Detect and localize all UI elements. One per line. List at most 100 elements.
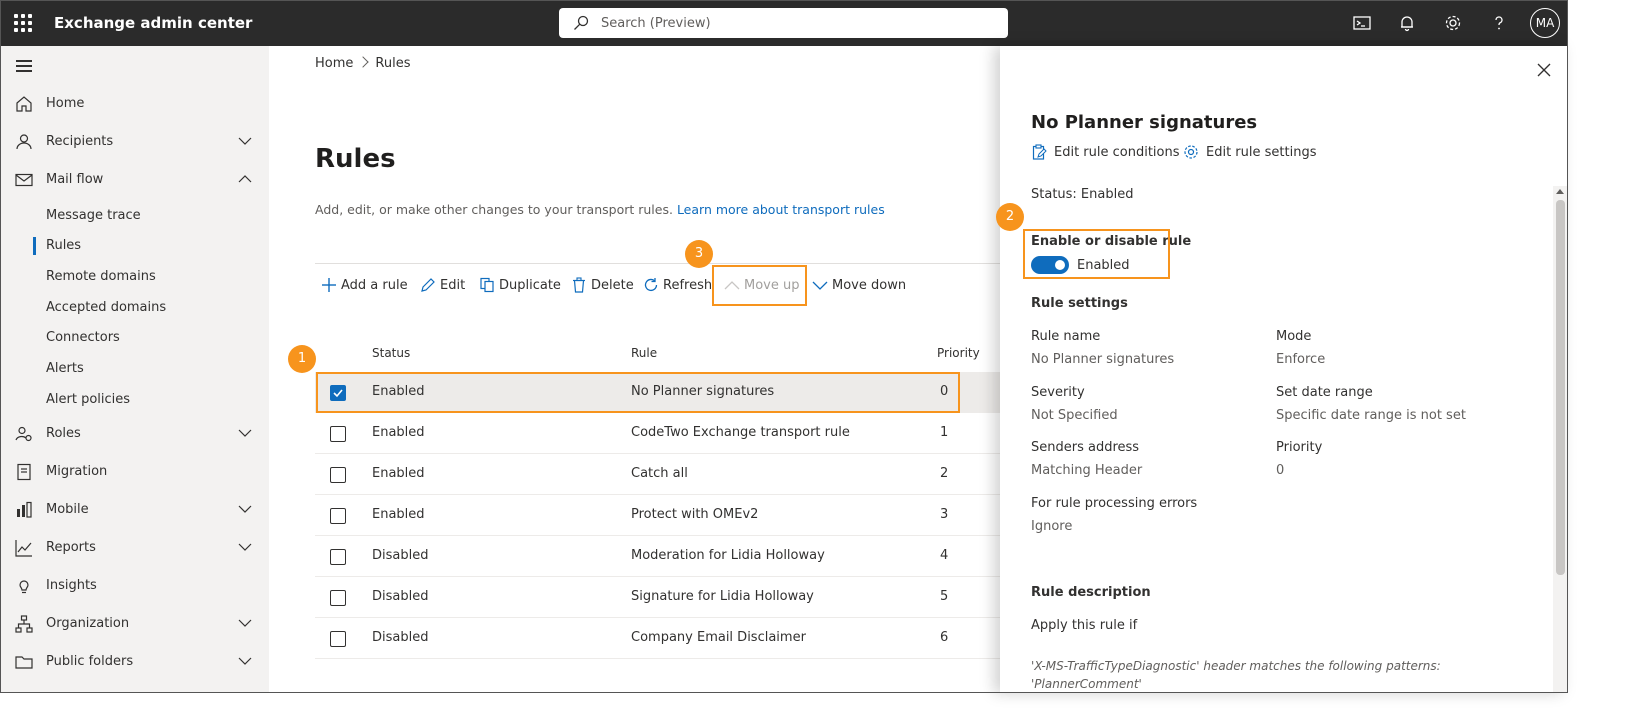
panel-scrollbar[interactable]	[1553, 186, 1568, 693]
row-checkbox[interactable]	[330, 590, 346, 606]
learn-more-link[interactable]: Learn more about transport rules	[677, 202, 885, 217]
move-up-button[interactable]: Move up	[724, 276, 802, 296]
row-checkbox[interactable]	[330, 467, 346, 483]
sidebar-item-reports[interactable]: Reports	[0, 530, 269, 566]
page-description: Add, edit, or make other changes to your…	[315, 202, 885, 217]
chevron-down-icon[interactable]	[238, 656, 252, 666]
sidebar-item-label: Insights	[46, 578, 97, 593]
duplicate-button[interactable]: Duplicate	[479, 276, 561, 296]
row-rule-name[interactable]: Company Email Disclaimer	[631, 630, 806, 645]
delete-button[interactable]: Delete	[571, 276, 634, 296]
scroll-up-arrow-icon[interactable]	[1556, 189, 1564, 194]
row-checkbox[interactable]	[330, 631, 346, 647]
row-priority: 5	[940, 589, 949, 604]
sidebar-item-insights[interactable]: Insights	[0, 568, 269, 604]
gear-icon[interactable]	[1443, 13, 1463, 33]
scroll-thumb[interactable]	[1556, 200, 1565, 575]
row-checkbox[interactable]	[330, 549, 346, 565]
sidebar-item-label: Mail flow	[46, 172, 104, 187]
senders-address-label: Senders address	[1031, 440, 1140, 455]
chevron-right-icon	[357, 56, 370, 68]
row-status: Enabled	[372, 466, 425, 481]
condition-text-line1: 'X-MS-TrafficTypeDiagnostic' header matc…	[1031, 659, 1441, 673]
row-checkbox[interactable]	[330, 508, 346, 524]
row-status: Disabled	[372, 589, 429, 604]
row-status: Enabled	[372, 425, 425, 440]
breadcrumb-home[interactable]: Home	[315, 56, 353, 71]
row-rule-name[interactable]: No Planner signatures	[631, 384, 774, 399]
enable-rule-toggle[interactable]	[1031, 256, 1069, 274]
sidebar-subitem-rules[interactable]: Rules	[0, 232, 269, 260]
column-header-priority[interactable]: Priority	[937, 346, 980, 360]
sidebar-subitem-remote-domains[interactable]: Remote domains	[0, 263, 269, 291]
column-header-rule[interactable]: Rule	[631, 346, 657, 360]
table-row[interactable]: Disabled Signature for Lidia Holloway 5	[315, 577, 1000, 618]
chevron-down-icon[interactable]	[238, 504, 252, 514]
sidebar-item-home[interactable]: Home	[0, 86, 269, 122]
terminal-icon[interactable]	[1352, 13, 1372, 33]
row-priority: 4	[940, 548, 949, 563]
edit-rule-settings-button[interactable]: Edit rule settings	[1183, 144, 1316, 162]
search-box[interactable]: Search (Preview)	[559, 8, 1008, 38]
chevron-down-icon	[812, 281, 828, 290]
add-rule-button[interactable]: Add a rule	[321, 276, 411, 296]
toggle-heading: Enable or disable rule	[1031, 234, 1192, 249]
table-row[interactable]: Enabled CodeTwo Exchange transport rule …	[315, 413, 1000, 454]
sidebar-item-mail-flow[interactable]: Mail flow	[0, 162, 269, 198]
chevron-down-icon[interactable]	[238, 542, 252, 552]
chevron-down-icon[interactable]	[238, 428, 252, 438]
edit-rule-conditions-button[interactable]: Edit rule conditions	[1031, 144, 1180, 162]
row-rule-name[interactable]: Catch all	[631, 466, 688, 481]
move-down-button[interactable]: Move down	[812, 276, 907, 296]
sidebar-item-migration[interactable]: Migration	[0, 454, 269, 490]
table-row[interactable]: Disabled Company Email Disclaimer 6	[315, 618, 1000, 659]
sidebar-item-organization[interactable]: Organization	[0, 606, 269, 642]
toggle-state-label: Enabled	[1077, 258, 1130, 273]
table-row[interactable]: Enabled Catch all 2	[315, 454, 1000, 495]
search-input[interactable]: Search (Preview)	[601, 16, 711, 31]
sidebar-subitem-label: Accepted domains	[46, 300, 167, 315]
sidebar-subitem-alerts[interactable]: Alerts	[0, 355, 269, 383]
row-status: Enabled	[372, 384, 425, 399]
table-row[interactable]: Enabled No Planner signatures 0	[315, 372, 1000, 413]
rule-details-panel: No Planner signatures Edit rule conditio…	[1000, 46, 1568, 693]
sidebar-item-mobile[interactable]: Mobile	[0, 492, 269, 528]
column-header-status[interactable]: Status	[372, 346, 410, 360]
row-checkbox[interactable]	[330, 426, 346, 442]
row-rule-name[interactable]: Protect with OMEv2	[631, 507, 758, 522]
sidebar-item-roles[interactable]: Roles	[0, 416, 269, 452]
close-icon[interactable]	[1536, 62, 1552, 78]
folder-icon	[15, 656, 33, 669]
app-title[interactable]: Exchange admin center	[54, 14, 252, 32]
sidebar-item-public-folders[interactable]: Public folders	[0, 644, 269, 680]
clipboard-edit-icon	[1032, 144, 1047, 160]
hamburger-icon[interactable]	[16, 60, 32, 72]
bell-icon[interactable]	[1397, 13, 1417, 33]
table-row[interactable]: Enabled Protect with OMEv2 3	[315, 495, 1000, 536]
row-rule-name[interactable]: CodeTwo Exchange transport rule	[631, 425, 850, 440]
row-rule-name[interactable]: Signature for Lidia Holloway	[631, 589, 814, 604]
sidebar-subitem-alert-policies[interactable]: Alert policies	[0, 386, 269, 414]
sidebar-subitem-accepted-domains[interactable]: Accepted domains	[0, 294, 269, 322]
row-checkbox[interactable]	[330, 385, 346, 401]
refresh-button[interactable]: Refresh	[643, 276, 712, 296]
table-row[interactable]: Disabled Moderation for Lidia Holloway 4	[315, 536, 1000, 577]
row-priority: 0	[940, 384, 949, 399]
lightbulb-icon	[19, 580, 29, 594]
edit-button[interactable]: Edit	[420, 276, 470, 296]
avatar[interactable]: MA	[1530, 8, 1560, 38]
sidebar-item-recipients[interactable]: Recipients	[0, 124, 269, 160]
help-icon[interactable]	[1489, 13, 1509, 33]
sidebar-item-label: Roles	[46, 426, 81, 441]
rule-name-label: Rule name	[1031, 329, 1101, 344]
row-rule-name[interactable]: Moderation for Lidia Holloway	[631, 548, 825, 563]
chevron-down-icon[interactable]	[238, 618, 252, 628]
sidebar-subitem-message-trace[interactable]: Message trace	[0, 202, 269, 230]
chevron-up-icon	[724, 281, 740, 290]
chevron-up-icon[interactable]	[238, 174, 252, 184]
sidebar-item-label: Home	[46, 96, 85, 111]
sidebar-subitem-connectors[interactable]: Connectors	[0, 324, 269, 352]
chevron-down-icon[interactable]	[238, 136, 252, 146]
app-launcher-icon[interactable]	[14, 14, 32, 32]
panel-title: No Planner signatures	[1031, 112, 1258, 133]
